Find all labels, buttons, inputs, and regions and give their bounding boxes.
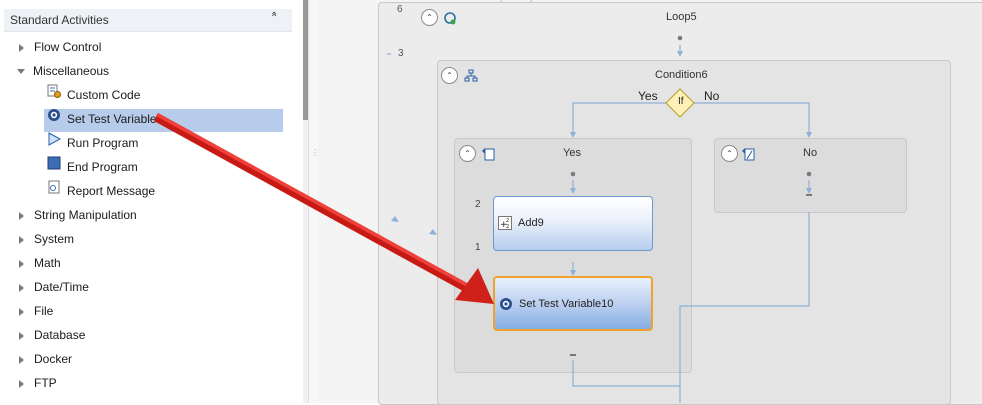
category-label: String Manipulation [34,208,137,222]
svg-text:2: 2 [506,224,509,230]
activity-label: End Program [67,160,138,174]
category-label: FTP [34,376,57,390]
expand-arrow-icon[interactable] [19,331,24,340]
activity-add9[interactable]: +2 2 Add9 [493,196,653,251]
setvar-input-count: 2 [475,279,481,290]
category-label: Math [34,256,61,270]
activity-report-message[interactable]: Report Message [47,180,155,202]
category-label: File [34,304,54,318]
expand-arrow-icon[interactable] [19,283,24,292]
category-date-time[interactable]: Date/Time [0,276,89,298]
category-docker[interactable]: Docker [0,348,72,370]
activity-run-program[interactable]: Run Program [47,132,138,154]
activity-label: Report Message [67,184,156,198]
gear-icon [47,109,61,127]
add-input-count: 2 [475,199,481,210]
activity-set-test-variable[interactable]: Set Test Variable [47,108,157,130]
set-test-variable10-label: Set Test Variable10 [519,298,614,310]
no-edge-label: No [704,89,720,103]
category-database[interactable]: Database [0,324,85,346]
expand-arrow-icon[interactable] [19,211,24,220]
workflow-canvas[interactable]: ⌃ Loop5 6 3 ⌃ Condition6 ⌃ Yes ⌃ No If Y… [317,0,982,405]
yes-edge-label: Yes [638,89,658,103]
category-system[interactable]: System [0,228,74,250]
category-label: System [34,232,75,246]
gear-icon [499,297,513,311]
activity-set-test-variable10[interactable]: Set Test Variable10 [493,276,653,331]
activity-label: Set Test Variable [67,112,157,126]
activity-label: Run Program [67,136,139,150]
category-label: Database [34,328,86,342]
panel-title: Standard Activities [10,13,109,27]
activity-label: Custom Code [67,88,141,102]
category-miscellaneous[interactable]: Miscellaneous [0,60,109,82]
category-ftp[interactable]: FTP [0,372,57,394]
add9-label: Add9 [518,217,544,229]
expand-arrow-icon[interactable] [19,355,24,364]
category-label: Date/Time [34,280,89,294]
activity-end-program[interactable]: End Program [47,156,138,178]
category-flow-control[interactable]: Flow Control [0,36,101,58]
report-icon [47,180,61,199]
expand-arrow-icon[interactable] [19,307,24,316]
category-label: Miscellaneous [33,64,110,78]
panel-header[interactable]: Standard Activities ⌃ ⌃ [4,9,292,32]
play-icon [47,132,62,151]
add-output-count: 1 [475,242,481,253]
expand-arrow-icon[interactable] [19,235,24,244]
collapse-arrow-icon[interactable] [17,69,25,75]
stop-icon [47,156,61,175]
category-label: Flow Control [34,40,102,54]
collapse-panel-icon[interactable]: ⌃ ⌃ [270,11,284,27]
activity-custom-code[interactable]: Custom Code [47,84,140,106]
expand-arrow-icon[interactable] [19,379,24,388]
category-file[interactable]: File [0,300,53,322]
category-label: Docker [34,352,73,366]
add-icon: +2 2 [498,216,512,230]
expand-arrow-icon[interactable] [19,43,24,52]
category-string-manipulation[interactable]: String Manipulation [0,204,137,226]
standard-activities-panel: Standard Activities ⌃ ⌃ Flow Control Misc… [0,0,303,403]
custom-code-icon [47,84,61,103]
category-math[interactable]: Math [0,252,61,274]
expand-arrow-icon[interactable] [19,259,24,268]
if-label: If [678,96,684,107]
